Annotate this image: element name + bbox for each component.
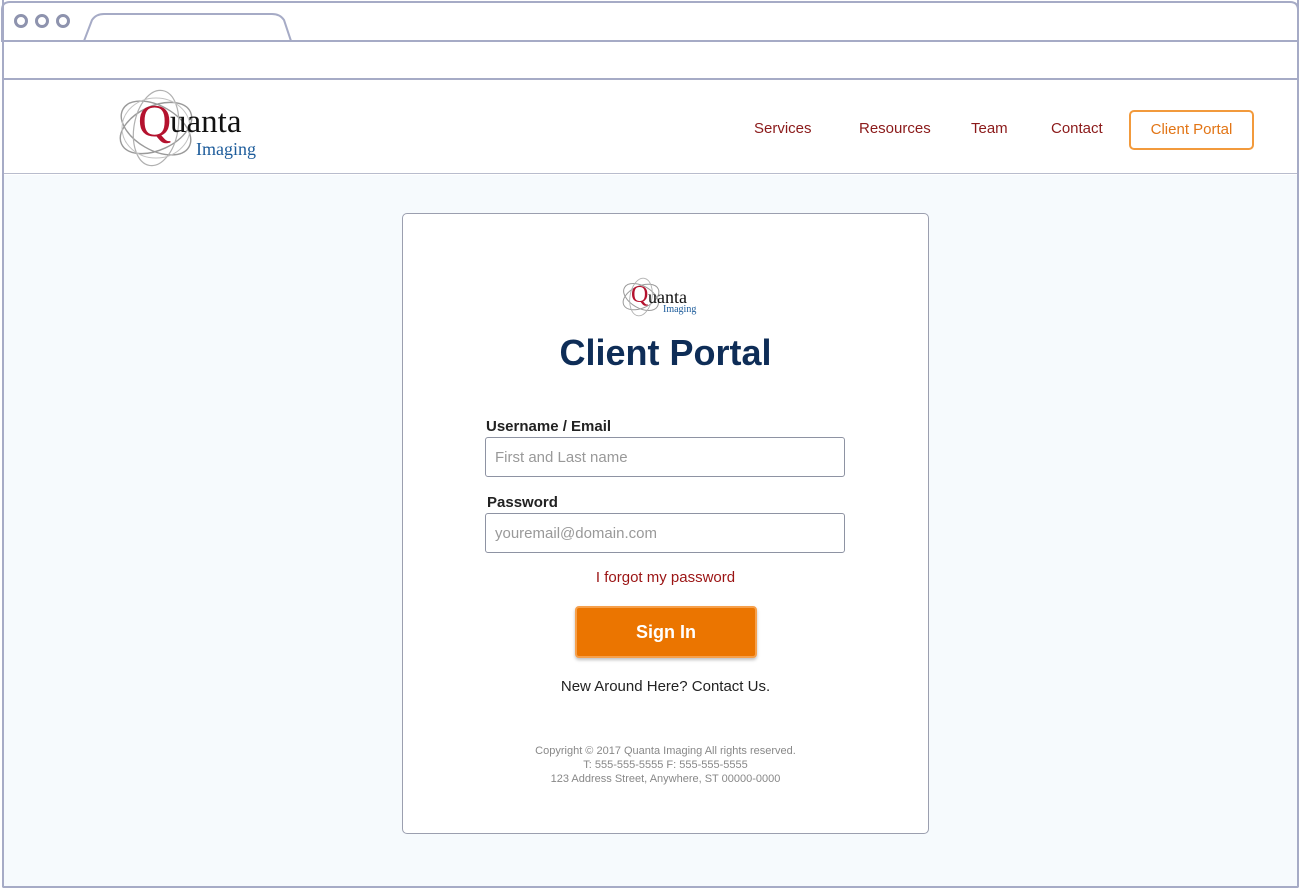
logo-wordmark: uanta xyxy=(170,104,242,140)
logo-subtitle: Imaging xyxy=(196,139,256,159)
sign-in-button[interactable]: Sign In xyxy=(575,606,757,658)
card-logo-subtitle: Imaging xyxy=(663,304,697,315)
site-header: Q uanta Imaging Services Resources Team … xyxy=(4,80,1297,174)
card-logo-letter-q: Q xyxy=(631,282,649,308)
footer-address: 123 Address Street, Anywhere, ST 00000-0… xyxy=(550,773,781,785)
page-title: Client Portal xyxy=(559,332,772,373)
quanta-imaging-logo[interactable]: Q uanta Imaging xyxy=(116,86,281,170)
nav-services[interactable]: Services xyxy=(754,120,812,137)
login-card: Q uanta Imaging Client Portal Username /… xyxy=(402,213,929,834)
nav-team[interactable]: Team xyxy=(971,120,1008,137)
nav-contact[interactable]: Contact xyxy=(1051,120,1103,137)
forgot-password-link[interactable]: I forgot my password xyxy=(403,569,928,586)
footer-copyright: Copyright © 2017 Quanta Imaging All righ… xyxy=(535,745,796,757)
card-footer: Copyright © 2017 Quanta Imaging All righ… xyxy=(403,744,928,786)
contact-us-link[interactable]: New Around Here? Contact Us. xyxy=(403,678,928,695)
password-label: Password xyxy=(487,494,558,511)
nav-client-portal-button[interactable]: Client Portal xyxy=(1129,110,1254,150)
password-input[interactable] xyxy=(485,513,845,553)
card-logo: Q uanta Imaging xyxy=(621,274,711,320)
username-input[interactable] xyxy=(485,437,845,477)
nav-resources[interactable]: Resources xyxy=(859,120,931,137)
username-label: Username / Email xyxy=(486,418,612,435)
logo-letter-q: Q xyxy=(138,95,172,146)
footer-phone: T: 555-555-5555 F: 555-555-5555 xyxy=(583,759,748,771)
